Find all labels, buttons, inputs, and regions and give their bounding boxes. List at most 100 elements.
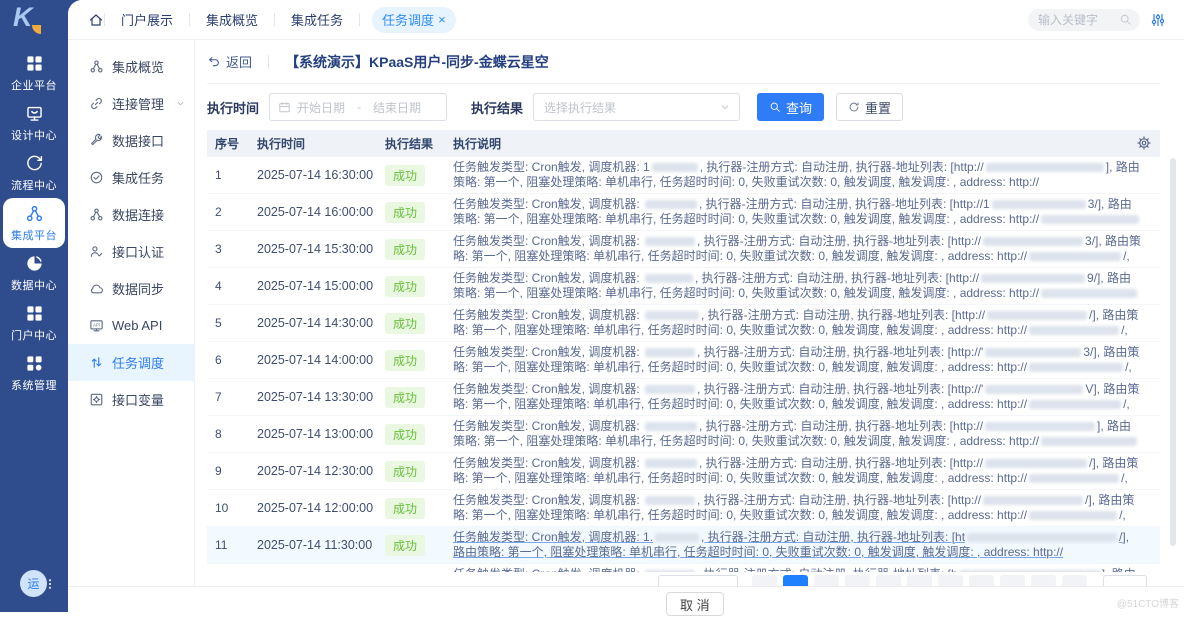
col-desc: 执行说明 [445, 135, 1160, 152]
topnav-item-0[interactable]: 门户展示 [105, 10, 189, 29]
row-seq: 7 [207, 390, 249, 404]
gear-icon[interactable] [1136, 135, 1152, 151]
rail-item-label: 企业平台 [11, 77, 57, 93]
rail-item-2[interactable]: 流程中心 [3, 148, 65, 198]
redacted-text [1041, 437, 1137, 446]
table-row[interactable]: 42025-07-14 15:00:00成功任务触发类型: Cron触发, 调度… [207, 268, 1160, 305]
chevron-down-icon [719, 101, 731, 113]
table-row[interactable]: 72025-07-14 13:30:00成功任务触发类型: Cron触发, 调度… [207, 379, 1160, 416]
rail-item-1[interactable]: 设计中心 [3, 98, 65, 148]
row-seq: 9 [207, 464, 249, 478]
page-size-select[interactable] [658, 575, 738, 586]
pagination-page-button[interactable] [876, 575, 901, 586]
page-title: 【系统演示】KPaaS用户-同步-金蝶云星空 [285, 52, 549, 72]
submenu-item-3[interactable]: 集成任务 [68, 159, 194, 196]
row-description: 任务触发类型: Cron触发, 调度机器: , 执行器-注册方式: 自动注册, … [445, 493, 1160, 524]
sliders-icon[interactable] [1150, 12, 1166, 28]
org-icon [89, 207, 104, 222]
system-icon [25, 354, 44, 373]
row-time: 2025-07-14 11:30:00 [249, 538, 377, 552]
pagination-page-button[interactable] [938, 575, 963, 586]
pagination-page-button[interactable] [783, 575, 808, 586]
avatar[interactable]: 运 [20, 570, 47, 597]
row-time: 2025-07-14 16:00:00 [249, 205, 377, 219]
table-row[interactable]: 52025-07-14 14:30:00成功任务触发类型: Cron触发, 调度… [207, 305, 1160, 342]
table-row[interactable]: 32025-07-14 15:30:00成功任务触发类型: Cron触发, 调度… [207, 231, 1160, 268]
col-result: 执行结果 [377, 135, 445, 152]
redacted-text [985, 385, 1083, 394]
rail-item-6[interactable]: 系统管理 [3, 348, 65, 398]
search-input[interactable] [1038, 13, 1108, 27]
submenu-item-6[interactable]: 数据同步 [68, 270, 194, 307]
filter-bar: 执行时间 开始日期 - 结束日期 执行结果 选择执行结果 查询 重置 [207, 93, 1160, 121]
table-row[interactable]: 22025-07-14 16:00:00成功任务触发类型: Cron触发, 调度… [207, 194, 1160, 231]
pagination-page-button[interactable] [1062, 575, 1087, 586]
grid-icon [25, 304, 44, 323]
chevron-down-icon [175, 98, 186, 109]
submenu-item-4[interactable]: 数据连接 [68, 196, 194, 233]
table-row[interactable]: 62025-07-14 14:00:00成功任务触发类型: Cron触发, 调度… [207, 342, 1160, 379]
pagination-page-button[interactable] [752, 575, 777, 586]
row-description: 任务触发类型: Cron触发, 调度机器: , 执行器-注册方式: 自动注册, … [445, 308, 1160, 339]
submenu-item-label: 集成任务 [112, 168, 164, 187]
table-row[interactable]: 82025-07-14 13:00:00成功任务触发类型: Cron触发, 调度… [207, 416, 1160, 453]
topnav-item-2[interactable]: 集成任务 [275, 10, 359, 29]
pagination-page-button[interactable] [1000, 575, 1025, 586]
tab-task-schedule[interactable]: 任务调度 × [372, 7, 456, 33]
pagination-page-button[interactable] [814, 575, 839, 586]
submenu-item-9[interactable]: 接口变量 [68, 381, 194, 418]
submenu-sidebar: 集成概览连接管理数据接口集成任务数据连接接口认证数据同步APIWeb API任务… [68, 40, 195, 586]
redacted-text [645, 348, 695, 357]
table-header: 序号 执行时间 执行结果 执行说明 [207, 130, 1160, 157]
task-icon [89, 170, 104, 185]
close-icon[interactable]: × [438, 13, 446, 26]
submenu-item-7[interactable]: APIWeb API [68, 307, 194, 344]
pagination-page-button[interactable] [907, 575, 932, 586]
rail-item-label: 集成平台 [11, 227, 57, 243]
table-row[interactable]: 92025-07-14 12:30:00成功任务触发类型: Cron触发, 调度… [207, 453, 1160, 490]
status-badge: 成功 [385, 387, 425, 408]
page-header: 返回 【系统演示】KPaaS用户-同步-金蝶云星空 [207, 40, 1160, 84]
vertical-scrollbar[interactable] [1170, 158, 1176, 546]
search-box[interactable] [1028, 9, 1140, 31]
pagination-jumper[interactable] [1103, 575, 1147, 586]
back-button[interactable]: 返回 [207, 52, 252, 71]
status-badge: 成功 [385, 165, 425, 186]
table-row[interactable]: 102025-07-14 12:00:00成功任务触发类型: Cron触发, 调… [207, 490, 1160, 527]
more-vertical-icon[interactable] [44, 577, 56, 591]
submenu-item-0[interactable]: 集成概览 [68, 48, 194, 85]
sidebar-footer: 运 [0, 570, 68, 610]
table-row[interactable]: 112025-07-14 11:30:00成功任务触发类型: Cron触发, 调… [207, 527, 1160, 564]
watermark: @51CTO博客 [1117, 595, 1179, 610]
submenu-item-2[interactable]: 数据接口 [68, 122, 194, 159]
status-badge: 成功 [385, 461, 425, 482]
date-range-input[interactable]: 开始日期 - 结束日期 [269, 93, 447, 121]
row-seq: 11 [207, 538, 249, 552]
rail-item-4[interactable]: 数据中心 [3, 248, 65, 298]
redacted-text [645, 237, 695, 246]
submenu-item-5[interactable]: 接口认证 [68, 233, 194, 270]
redacted-text [645, 274, 693, 283]
submenu-item-label: 数据连接 [112, 205, 164, 224]
submenu-item-8[interactable]: 任务调度 [68, 344, 194, 381]
redacted-text [655, 533, 699, 542]
footer-bar: 取 消 @51CTO博客 [0, 586, 1184, 619]
table-row[interactable]: 12025-07-14 16:30:00成功任务触发类型: Cron触发, 调度… [207, 157, 1160, 194]
submenu-item-1[interactable]: 连接管理 [68, 85, 194, 122]
result-select[interactable]: 选择执行结果 [533, 93, 740, 121]
cancel-button[interactable]: 取 消 [666, 592, 724, 616]
row-seq: 5 [207, 316, 249, 330]
rail-item-5[interactable]: 门户中心 [3, 298, 65, 348]
topnav-item-1[interactable]: 集成概览 [190, 10, 274, 29]
home-icon[interactable] [88, 12, 104, 28]
pagination-page-button[interactable] [1031, 575, 1056, 586]
row-time: 2025-07-14 16:30:00 [249, 168, 377, 182]
query-button[interactable]: 查询 [757, 93, 824, 121]
rail-item-3[interactable]: 集成平台 [3, 198, 65, 248]
pagination-page-button[interactable] [845, 575, 870, 586]
reset-button[interactable]: 重置 [836, 93, 903, 121]
rail-item-0[interactable]: 企业平台 [3, 48, 65, 98]
collapse-sidebar-icon[interactable] [50, 14, 63, 27]
redacted-text [1029, 363, 1123, 372]
pagination-page-button[interactable] [969, 575, 994, 586]
